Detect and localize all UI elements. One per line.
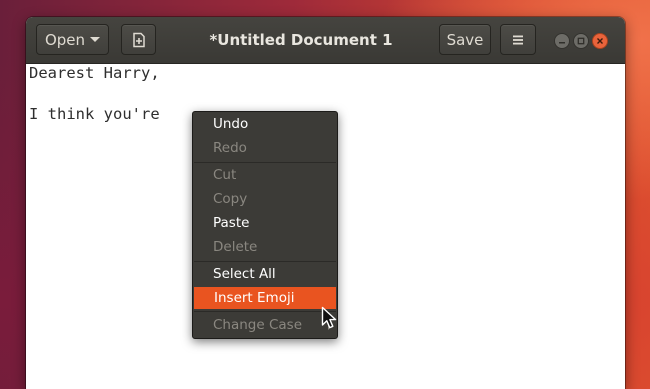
save-button[interactable]: Save: [439, 24, 491, 55]
menu-item-delete[interactable]: Delete: [193, 236, 337, 258]
open-button-label: Open: [44, 30, 86, 49]
chevron-down-icon: [90, 37, 101, 42]
minimize-button[interactable]: [554, 33, 570, 49]
close-button[interactable]: [592, 33, 608, 49]
menu-item-redo[interactable]: Redo: [193, 137, 337, 159]
editor-line: I think you're: [29, 105, 160, 123]
header-bar: Open *Untitled Document 1 Save: [26, 17, 625, 64]
menu-item-insert-emoji[interactable]: Insert Emoji: [194, 287, 336, 309]
menu-separator: [194, 261, 336, 262]
new-document-icon: [132, 32, 145, 47]
context-menu: Undo Redo Cut Copy Paste Delete Select A…: [192, 111, 338, 339]
hamburger-menu-icon: [513, 35, 523, 44]
menu-item-paste[interactable]: Paste: [193, 212, 337, 234]
minimize-icon: [559, 42, 565, 44]
maximize-icon: [577, 37, 585, 45]
menu-separator: [194, 311, 336, 312]
menu-item-cut[interactable]: Cut: [193, 164, 337, 186]
menu-item-undo[interactable]: Undo: [193, 113, 337, 135]
open-button[interactable]: Open: [36, 24, 109, 55]
menu-item-change-case[interactable]: Change Case: [193, 314, 337, 336]
new-document-button[interactable]: [121, 24, 156, 55]
menu-item-select-all[interactable]: Select All: [193, 263, 337, 285]
maximize-button[interactable]: [573, 33, 589, 49]
window-title: *Untitled Document 1: [209, 31, 393, 49]
menu-separator: [194, 162, 336, 163]
menu-item-label: Change Case: [213, 317, 303, 333]
hamburger-menu-button[interactable]: [500, 24, 536, 55]
close-icon: [597, 38, 603, 44]
editor-line: Dearest Harry,: [29, 64, 160, 82]
menu-item-copy[interactable]: Copy: [193, 188, 337, 210]
mouse-pointer-icon: [321, 306, 337, 329]
